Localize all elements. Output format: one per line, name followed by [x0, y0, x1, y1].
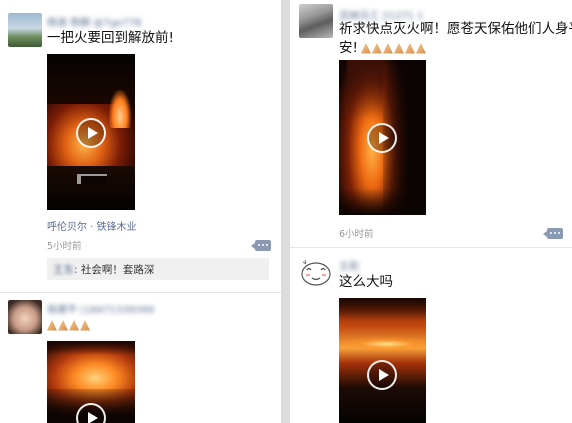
comment-icon[interactable] — [251, 240, 271, 251]
post-username[interactable]: 张建平 (18471339399 — [47, 301, 154, 316]
avatar[interactable] — [8, 13, 42, 47]
post-divider — [0, 292, 281, 293]
post-text-line: 安! — [339, 39, 567, 58]
play-icon[interactable] — [76, 118, 106, 148]
comment-icon[interactable] — [543, 228, 563, 239]
folded-hands-emoji — [393, 43, 404, 54]
folded-hands-emoji — [382, 43, 393, 54]
folded-hands-emoji — [80, 320, 90, 331]
folded-hands-emoji — [58, 320, 68, 331]
post-video[interactable] — [339, 298, 426, 423]
folded-hands-emoji — [404, 43, 415, 54]
post-username[interactable]: 杨淑 熟脚 @7ge778 — [47, 14, 141, 29]
avatar[interactable] — [299, 256, 333, 290]
comment-text: 社会啊！套路深 — [80, 264, 155, 276]
post-text: 这么大吗 — [339, 274, 393, 290]
comment-list: 王东: 社会啊！套路深 — [47, 258, 269, 280]
right-feed-column: 吕纳马工 21271 1 祈求快点灭火啊！愿苍天保佑他们人身平 安! 6小时前 … — [290, 0, 572, 423]
folded-hands-emoji — [69, 320, 79, 331]
post-username[interactable]: 吕纳马工 21271 1 — [339, 7, 424, 22]
play-icon[interactable] — [367, 123, 397, 153]
play-icon[interactable] — [367, 360, 397, 390]
folded-hands-emoji — [415, 43, 426, 54]
post-time: 6小时前 — [339, 229, 374, 240]
comment-item[interactable]: 王东: 社会啊！套路深 — [53, 262, 154, 277]
post-text-line: 祈求快点灭火啊！愿苍天保佑他们人身平 — [339, 21, 572, 37]
comment-separator: : — [74, 264, 81, 276]
left-feed-column: 杨淑 熟脚 @7ge778 一把火要回到解放前! 呼伦贝尔 · 铁锋木业 5小时… — [0, 0, 281, 423]
cartoon-face-icon — [301, 259, 331, 286]
post-text — [47, 316, 91, 335]
post-text: 祈求快点灭火啊！愿苍天保佑他们人身平 安! — [339, 20, 572, 58]
post-text: 一把火要回到解放前! — [47, 30, 174, 46]
post-video[interactable] — [47, 341, 135, 423]
post-video[interactable] — [47, 54, 135, 210]
post-video[interactable] — [339, 60, 426, 215]
folded-hands-emoji — [360, 43, 371, 54]
folded-hands-emoji — [371, 43, 382, 54]
post-username[interactable]: 王莉 — [339, 258, 359, 273]
column-divider — [281, 0, 290, 423]
avatar[interactable] — [8, 300, 42, 334]
post-location[interactable]: 呼伦贝尔 · 铁锋木业 — [47, 218, 137, 233]
post-time: 5小时前 — [47, 241, 82, 252]
post-divider — [290, 247, 572, 248]
comment-author[interactable]: 王东 — [53, 264, 74, 276]
folded-hands-emoji — [47, 320, 57, 331]
avatar[interactable] — [299, 4, 333, 38]
